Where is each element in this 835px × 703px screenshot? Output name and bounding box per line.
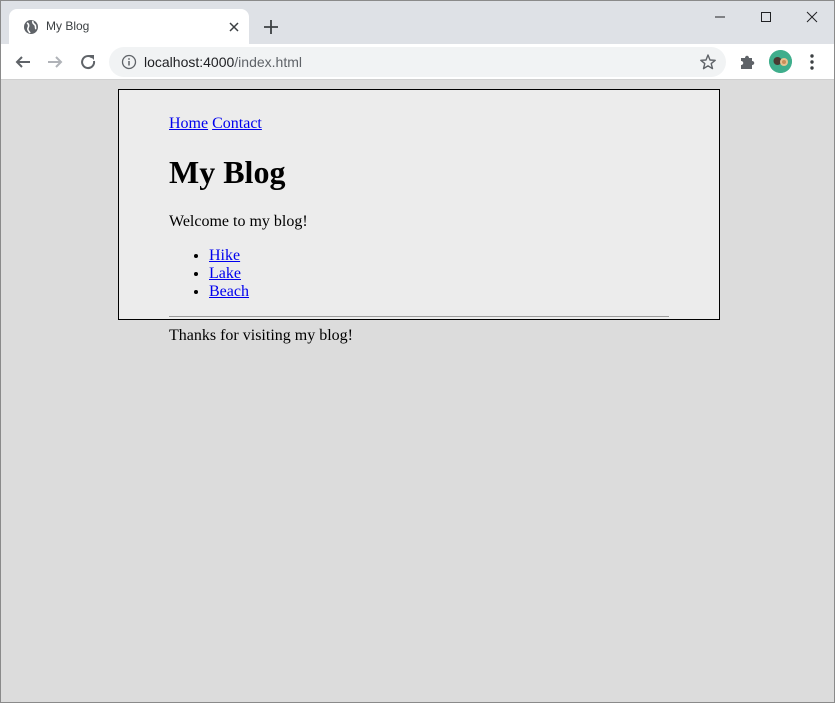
url-host: localhost:4000 [144, 54, 235, 70]
browser-toolbar: localhost:4000/index.html [1, 44, 834, 80]
profile-avatar[interactable] [769, 50, 792, 73]
tab-title: My Blog [46, 19, 90, 33]
window-close-icon[interactable] [789, 1, 834, 33]
info-icon[interactable] [121, 54, 137, 70]
url-path: /index.html [234, 54, 302, 70]
footer-text: Thanks for visiting my blog! [169, 327, 353, 344]
tab-strip: My Blog [1, 1, 834, 44]
site-nav: Home Contact [169, 115, 262, 133]
forward-arrow-icon[interactable] [42, 49, 68, 75]
back-arrow-icon[interactable] [10, 49, 36, 75]
extensions-puzzle-icon[interactable] [738, 52, 758, 72]
maximize-icon[interactable] [743, 1, 789, 33]
browser-window: My Blog localhost:4000/index.html Home C… [0, 0, 835, 703]
reload-icon[interactable] [75, 49, 101, 75]
welcome-text: Welcome to my blog! [169, 213, 308, 230]
globe-icon [23, 19, 39, 35]
post-link-hike[interactable]: Hike [209, 247, 240, 264]
tab-my-blog[interactable]: My Blog [9, 9, 249, 44]
close-tab-icon[interactable] [225, 18, 243, 36]
post-link-beach[interactable]: Beach [209, 283, 249, 300]
bookmark-star-icon[interactable] [699, 53, 717, 71]
more-menu-icon[interactable] [804, 52, 820, 72]
nav-link-home[interactable]: Home [169, 115, 208, 132]
url-text[interactable]: localhost:4000/index.html [144, 54, 302, 71]
blog-content: Home Contact My Blog Welcome to my blog!… [118, 89, 720, 344]
list-item: Hike [209, 247, 249, 265]
divider [169, 316, 669, 318]
page-title: My Blog [169, 154, 286, 190]
new-tab-icon[interactable] [260, 16, 282, 38]
post-list: Hike Lake Beach [169, 247, 249, 301]
page-viewport: Home Contact My Blog Welcome to my blog!… [1, 80, 834, 702]
nav-link-contact[interactable]: Contact [212, 115, 262, 132]
list-item: Beach [209, 283, 249, 301]
list-item: Lake [209, 265, 249, 283]
address-bar[interactable]: localhost:4000/index.html [109, 47, 726, 77]
minimize-icon[interactable] [697, 1, 743, 33]
post-link-lake[interactable]: Lake [209, 265, 241, 282]
